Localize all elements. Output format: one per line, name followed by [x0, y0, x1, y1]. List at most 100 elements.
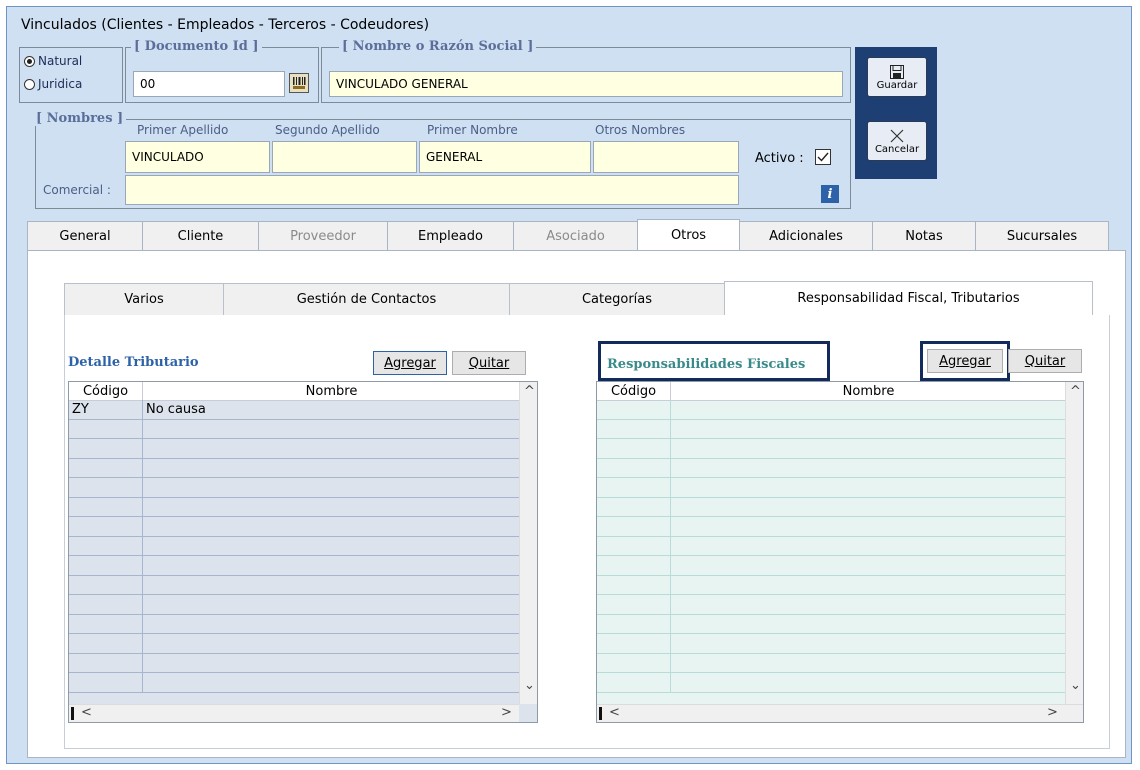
radio-natural[interactable]: Natural [24, 54, 82, 68]
empty-cell [143, 419, 521, 438]
tab-asociado[interactable]: Asociado [513, 221, 638, 251]
table-row[interactable] [69, 439, 521, 459]
responsabilidades-vertical-scrollbar[interactable]: ^ ⌄ [1065, 382, 1083, 704]
table-row[interactable] [597, 419, 1067, 439]
activo-checkbox[interactable] [815, 149, 831, 165]
otros-nombres-input[interactable] [593, 141, 739, 173]
table-row[interactable] [69, 595, 521, 615]
segundo-apellido-input[interactable] [272, 141, 417, 173]
scroll-right-icon[interactable]: > [501, 705, 512, 720]
table-row[interactable] [597, 556, 1067, 576]
table-row[interactable] [597, 458, 1067, 478]
table-row[interactable] [597, 575, 1067, 595]
scroll-thumb-marker[interactable] [599, 707, 602, 720]
scroll-down-icon[interactable]: ⌄ [524, 678, 535, 693]
table-row[interactable] [597, 634, 1067, 654]
tab-adicionales[interactable]: Adicionales [739, 221, 873, 251]
razon-social-input[interactable]: VINCULADO GENERAL [329, 71, 843, 97]
table-row[interactable]: ZY No causa [69, 400, 521, 420]
scroll-left-icon[interactable]: < [609, 705, 620, 720]
table-row[interactable] [69, 497, 521, 517]
detalle-agregar-button[interactable]: Agregar [373, 351, 447, 375]
primer-apellido-input[interactable]: VINCULADO [125, 141, 270, 173]
responsabilidades-quitar-button[interactable]: Quitar [1008, 349, 1082, 373]
empty-cell [671, 595, 1067, 614]
table-row[interactable] [69, 673, 521, 693]
table-row[interactable] [69, 536, 521, 556]
detalle-cell-nombre: No causa [143, 400, 521, 419]
empty-cell [143, 458, 521, 477]
tab-otros[interactable]: Otros [637, 219, 740, 251]
comercial-input[interactable] [125, 175, 739, 205]
scroll-left-icon[interactable]: < [81, 705, 92, 720]
scroll-thumb-marker[interactable] [71, 707, 74, 720]
barcode-icon[interactable] [289, 73, 309, 93]
table-row[interactable] [597, 653, 1067, 673]
table-row[interactable] [597, 439, 1067, 459]
subtab-gestion-contactos[interactable]: Gestión de Contactos [223, 283, 510, 315]
table-row[interactable] [69, 653, 521, 673]
tab-empleado[interactable]: Empleado [387, 221, 514, 251]
tab-cliente[interactable]: Cliente [142, 221, 259, 251]
detalle-rows: ZY No causa [69, 400, 521, 693]
guardar-button[interactable]: Guardar [867, 57, 927, 97]
detalle-agregar-label: Agregar [384, 355, 436, 371]
empty-cell [597, 614, 671, 633]
table-row[interactable] [597, 497, 1067, 517]
cancel-icon [890, 129, 904, 142]
empty-cell [69, 653, 143, 672]
radio-juridica[interactable]: Juridica [24, 77, 82, 91]
table-row[interactable] [69, 458, 521, 478]
detalle-col-nombre[interactable]: Nombre [143, 382, 521, 400]
table-row[interactable] [69, 634, 521, 654]
scroll-down-icon[interactable]: ⌄ [1070, 678, 1081, 693]
table-row[interactable] [597, 478, 1067, 498]
radio-natural-dot[interactable] [24, 55, 35, 67]
table-row[interactable] [69, 478, 521, 498]
info-icon[interactable]: i [821, 185, 839, 203]
tab-general[interactable]: General [27, 221, 143, 251]
table-row[interactable] [69, 614, 521, 634]
scroll-up-icon[interactable]: ^ [1070, 384, 1081, 399]
radio-juridica-dot[interactable] [24, 78, 35, 90]
responsabilidades-rows [597, 400, 1067, 693]
table-row[interactable] [69, 419, 521, 439]
documento-input[interactable]: 00 [133, 71, 285, 97]
table-row[interactable] [597, 614, 1067, 634]
main-window: Vinculados (Clientes - Empleados - Terce… [6, 6, 1132, 764]
detalle-quitar-button[interactable]: Quitar [452, 351, 526, 375]
comercial-label: Comercial : [43, 183, 111, 197]
empty-cell [671, 653, 1067, 672]
detalle-grid[interactable]: Código Nombre ZY No causa ^ ⌄ < > [68, 381, 538, 723]
table-row[interactable] [597, 517, 1067, 537]
tab-sucursales[interactable]: Sucursales [975, 221, 1109, 251]
subtab-varios[interactable]: Varios [64, 283, 224, 315]
scroll-right-icon[interactable]: > [1047, 705, 1058, 720]
table-row[interactable] [597, 595, 1067, 615]
responsabilidades-col-codigo[interactable]: Código [597, 382, 671, 400]
detalle-vertical-scrollbar[interactable]: ^ ⌄ [519, 382, 537, 704]
table-row[interactable] [597, 673, 1067, 693]
empty-cell [69, 517, 143, 536]
subtab-categorias[interactable]: Categorías [509, 283, 725, 315]
detalle-horizontal-scrollbar[interactable]: < > [69, 704, 519, 722]
scroll-up-icon[interactable]: ^ [524, 384, 535, 399]
table-row[interactable] [69, 575, 521, 595]
sub-tabs: Varios Gestión de Contactos Categorías R… [64, 281, 1093, 315]
tab-notas[interactable]: Notas [872, 221, 976, 251]
table-row[interactable] [597, 400, 1067, 420]
detalle-col-codigo[interactable]: Código [69, 382, 143, 400]
empty-cell [597, 595, 671, 614]
table-row[interactable] [597, 536, 1067, 556]
tab-proveedor[interactable]: Proveedor [258, 221, 388, 251]
table-row[interactable] [69, 517, 521, 537]
nombres-legend: [ Nombres ] [33, 111, 127, 126]
responsabilidades-agregar-button[interactable]: Agregar [927, 349, 1003, 373]
primer-nombre-input[interactable]: GENERAL [419, 141, 591, 173]
responsabilidades-col-nombre[interactable]: Nombre [671, 382, 1067, 400]
subtab-responsabilidad-fiscal[interactable]: Responsabilidad Fiscal, Tributarios [724, 281, 1093, 315]
table-row[interactable] [69, 556, 521, 576]
cancelar-button[interactable]: Cancelar [867, 121, 927, 161]
responsabilidades-grid[interactable]: Código Nombre ^ ⌄ < > [596, 381, 1084, 723]
responsabilidades-horizontal-scrollbar[interactable]: < > [597, 704, 1083, 722]
